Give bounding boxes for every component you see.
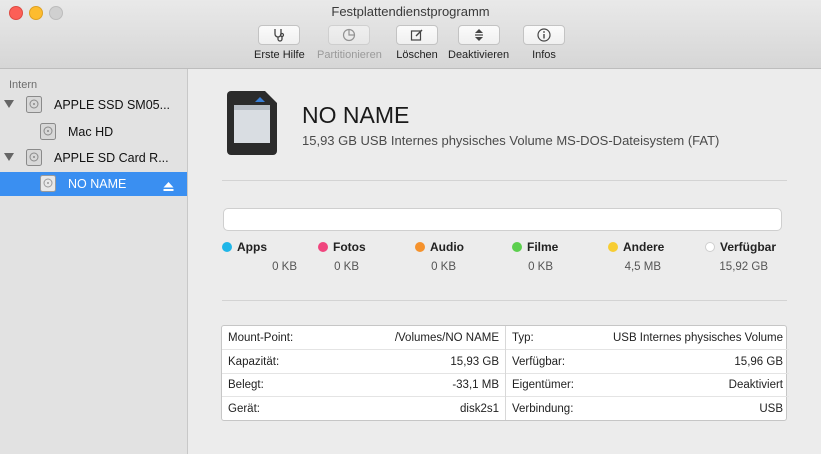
legend-swatch: [318, 242, 328, 252]
info-key: Verbindung:: [512, 403, 574, 415]
sidebar-item-label: NO NAME: [68, 177, 127, 191]
info-key: Kapazität:: [228, 356, 280, 368]
legend-value: 4,5 MB: [624, 261, 661, 273]
sidebar-section-intern: Intern: [9, 79, 38, 91]
info-value: -33,1 MB: [452, 379, 499, 391]
info-row: Gerät: disk2s1: [222, 397, 505, 420]
legend-value: 0 KB: [272, 261, 297, 273]
sidebar-item-label: APPLE SD Card R...: [54, 151, 169, 165]
info-column-left: Mount-Point: /Volumes/NO NAME Kapazität: 1…: [222, 326, 505, 420]
info-row: Verbindung: USB: [506, 397, 789, 420]
sidebar-item-label: Mac HD: [68, 125, 114, 139]
info-value: USB Internes physisches Volume: [612, 332, 783, 344]
legend-name: Apps: [237, 240, 267, 254]
divider: [222, 180, 787, 181]
legend-name: Fotos: [333, 240, 366, 254]
info-column-right: Typ: USB Internes physisches Volume Verfü…: [505, 326, 789, 420]
info-row: Belegt: -33,1 MB: [222, 373, 505, 397]
first-aid-button[interactable]: Erste Hilfe: [254, 25, 305, 61]
legend-swatch: [705, 242, 715, 252]
info-icon: [523, 25, 565, 45]
sidebar-item-no-name[interactable]: NO NAME: [0, 172, 187, 196]
info-key: Gerät:: [228, 403, 260, 415]
info-row: Typ: USB Internes physisches Volume: [506, 326, 789, 350]
unmount-button[interactable]: Deaktivieren: [448, 25, 509, 61]
legend-value: 0 KB: [528, 261, 553, 273]
volume-icon: [40, 123, 56, 140]
disk-utility-window: Festplattendienstprogramm Erste Hilfe Pa…: [0, 0, 821, 454]
legend-name: Andere: [623, 240, 665, 254]
main-panel: NO NAME 15,93 GB USB Internes physisches…: [188, 69, 821, 454]
info-key: Verfügbar:: [512, 356, 566, 368]
legend-value: 15,92 GB: [719, 261, 768, 273]
sidebar-item-label: APPLE SSD SM05...: [54, 98, 171, 112]
sd-card-icon: [227, 91, 277, 158]
internal-disk-icon: [26, 149, 42, 166]
info-table: Mount-Point: /Volumes/NO NAME Kapazität: 1…: [221, 325, 789, 421]
info-value: 15,96 GB: [734, 356, 783, 368]
sidebar-item-mac-hd[interactable]: Mac HD: [0, 120, 187, 144]
divider: [222, 300, 787, 301]
info-row: Mount-Point: /Volumes/NO NAME: [222, 326, 505, 350]
volume-description: 15,93 GB USB Internes physisches Volume …: [302, 133, 720, 148]
legend-name: Verfügbar: [720, 240, 777, 254]
legend-value: 0 KB: [431, 261, 456, 273]
info-label: Infos: [532, 49, 556, 61]
sidebar-item-apple-sd-card[interactable]: APPLE SD Card R...: [0, 146, 187, 170]
info-row: Verfügbar: 15,96 GB: [506, 350, 789, 374]
legend-swatch: [222, 242, 232, 252]
legend-name: Audio: [430, 240, 464, 254]
info-value: Deaktiviert: [728, 379, 783, 391]
info-key: Typ:: [512, 332, 534, 344]
first-aid-label: Erste Hilfe: [254, 49, 305, 61]
info-value: /Volumes/NO NAME: [394, 332, 499, 344]
info-row: Kapazität: 15,93 GB: [222, 350, 505, 374]
usage-bar: [223, 208, 782, 231]
internal-disk-icon: [26, 96, 42, 113]
legend-name: Filme: [527, 240, 559, 254]
erase-button[interactable]: Löschen: [396, 25, 438, 61]
volume-icon: [40, 175, 56, 192]
window-title: Festplattendienstprogramm: [331, 4, 490, 19]
title-bar: Festplattendienstprogramm Erste Hilfe Pa…: [0, 0, 821, 69]
info-row: Eigentümer: Deaktiviert: [506, 373, 789, 397]
info-key: Mount-Point:: [228, 332, 294, 344]
sidebar-item-apple-ssd[interactable]: APPLE SSD SM05...: [0, 93, 187, 117]
erase-icon: [396, 25, 438, 45]
erase-label: Löschen: [396, 49, 438, 61]
volume-name: NO NAME: [302, 102, 410, 128]
eject-icon[interactable]: [163, 180, 174, 194]
info-value: disk2s1: [460, 403, 499, 415]
disclosure-triangle-icon[interactable]: [4, 100, 14, 108]
sidebar: Intern APPLE SSD SM05... Mac HD APPLE SD…: [0, 69, 188, 454]
pie-icon: [328, 25, 371, 45]
legend-swatch: [415, 242, 425, 252]
unmount-icon: [457, 25, 500, 45]
info-value: 15,93 GB: [450, 356, 499, 368]
info-button[interactable]: Infos: [523, 25, 565, 61]
legend-swatch: [512, 242, 522, 252]
info-value: USB: [759, 403, 783, 415]
stethoscope-icon: [258, 25, 301, 45]
info-key: Eigentümer:: [512, 379, 575, 391]
legend-swatch: [608, 242, 618, 252]
unmount-label: Deaktivieren: [448, 49, 510, 61]
partition-button[interactable]: Partitionieren: [317, 25, 382, 61]
legend-value: 0 KB: [334, 261, 359, 273]
info-key: Belegt:: [228, 379, 264, 391]
disclosure-triangle-icon[interactable]: [4, 153, 14, 161]
partition-label: Partitionieren: [317, 49, 382, 61]
